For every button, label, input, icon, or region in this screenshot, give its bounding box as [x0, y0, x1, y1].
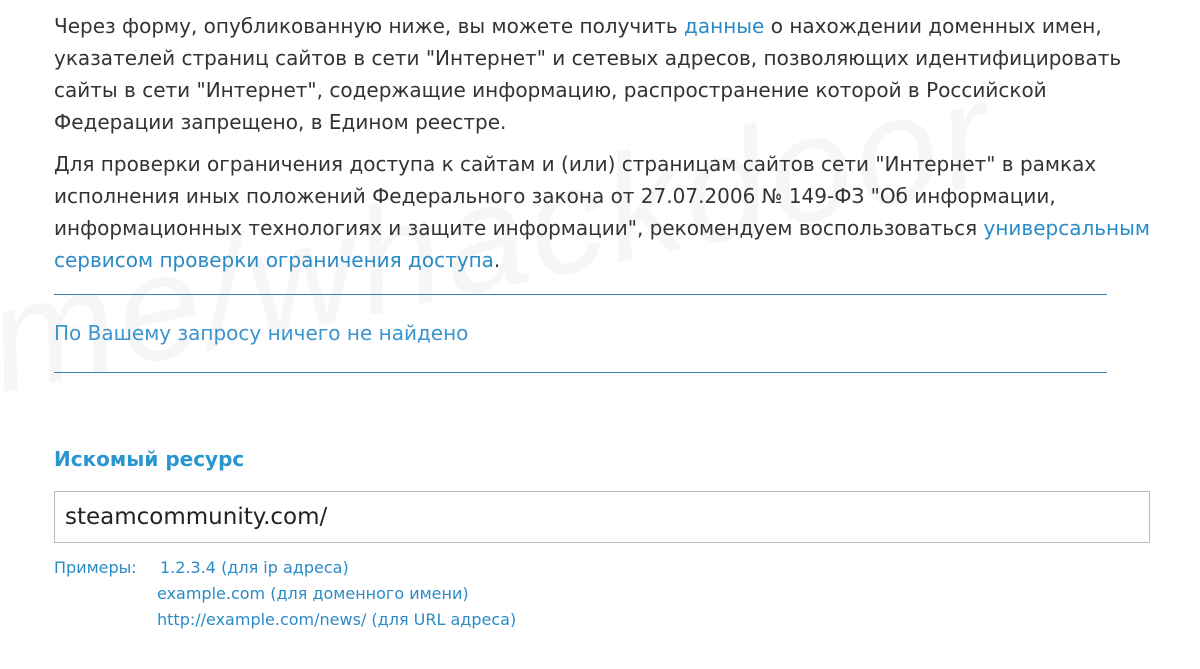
search-result-message: По Вашему запросу ничего не найдено	[54, 321, 469, 345]
example-domain: example.com (для доменного имени)	[157, 584, 469, 603]
examples-label: Примеры:	[54, 558, 137, 577]
check-text: Для проверки ограничения доступа к сайта…	[54, 152, 1097, 240]
main-content: Через форму, опубликованную ниже, вы мож…	[54, 10, 1150, 633]
check-text-end: .	[493, 248, 501, 272]
divider-top	[54, 294, 1107, 295]
intro-text-before: Через форму, опубликованную ниже, вы мож…	[54, 14, 685, 38]
data-link[interactable]: данные	[684, 14, 764, 38]
examples-block: Примеры: 1.2.3.4 (для ip адреса) example…	[54, 555, 1150, 633]
check-paragraph: Для проверки ограничения доступа к сайта…	[54, 148, 1150, 276]
examples-list: 1.2.3.4 (для ip адреса) example.com (для…	[157, 555, 1150, 633]
resource-input[interactable]	[54, 491, 1150, 543]
resource-section-title: Искомый ресурс	[54, 447, 245, 471]
intro-paragraph: Через форму, опубликованную ниже, вы мож…	[54, 10, 1150, 138]
example-url: http://example.com/news/ (для URL адреса…	[157, 610, 517, 629]
example-ip: 1.2.3.4 (для ip адреса)	[160, 558, 349, 577]
divider-bottom	[54, 372, 1107, 373]
